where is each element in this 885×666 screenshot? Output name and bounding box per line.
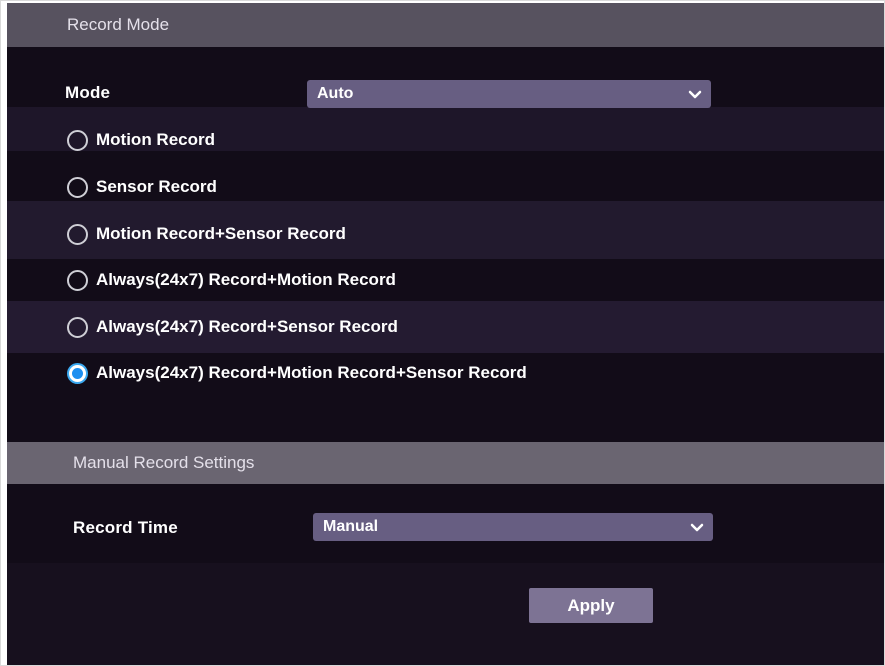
radio-option-label: Sensor Record — [96, 177, 217, 196]
radio-option-always-motion-record[interactable]: Always(24x7) Record+Motion Record — [67, 267, 396, 293]
radio-button[interactable] — [67, 129, 88, 151]
record-time-label: Record Time — [73, 518, 178, 537]
radio-button[interactable] — [67, 176, 88, 198]
radio-option-label: Always(24x7) Record+Motion Record+Sensor… — [96, 363, 527, 382]
radio-option-always-sensor-record[interactable]: Always(24x7) Record+Sensor Record — [67, 314, 398, 340]
radio-button[interactable] — [67, 223, 88, 245]
radio-button[interactable] — [67, 316, 88, 338]
radio-option-label: Motion Record — [96, 130, 215, 149]
manual-record-settings-header: Manual Record Settings — [7, 442, 884, 484]
radio-option-sensor-record[interactable]: Sensor Record — [67, 174, 217, 200]
chevron-down-icon — [690, 523, 704, 532]
background-band — [7, 563, 884, 665]
mode-label: Mode — [65, 83, 111, 102]
record-mode-header: Record Mode — [7, 3, 884, 47]
record-time-select-value: Manual — [323, 518, 379, 535]
radio-button-selected[interactable] — [67, 362, 88, 384]
radio-option-label: Always(24x7) Record+Sensor Record — [96, 317, 398, 336]
radio-option-motion-record[interactable]: Motion Record — [67, 127, 215, 153]
record-time-select[interactable]: Manual — [313, 513, 713, 541]
chevron-down-icon — [688, 90, 702, 99]
dvr-screen: Record Mode Mode Auto Motion Record Sens… — [7, 3, 884, 665]
mode-select[interactable]: Auto — [307, 80, 711, 108]
mode-select-value: Auto — [317, 85, 354, 102]
radio-option-always-motion-sensor-record[interactable]: Always(24x7) Record+Motion Record+Sensor… — [67, 360, 527, 386]
radio-option-label: Motion Record+Sensor Record — [96, 224, 346, 243]
radio-option-label: Always(24x7) Record+Motion Record — [96, 270, 396, 289]
photo-frame: Record Mode Mode Auto Motion Record Sens… — [0, 0, 885, 666]
apply-button[interactable]: Apply — [529, 588, 653, 623]
radio-button[interactable] — [67, 269, 88, 291]
radio-option-motion-sensor-record[interactable]: Motion Record+Sensor Record — [67, 221, 346, 247]
